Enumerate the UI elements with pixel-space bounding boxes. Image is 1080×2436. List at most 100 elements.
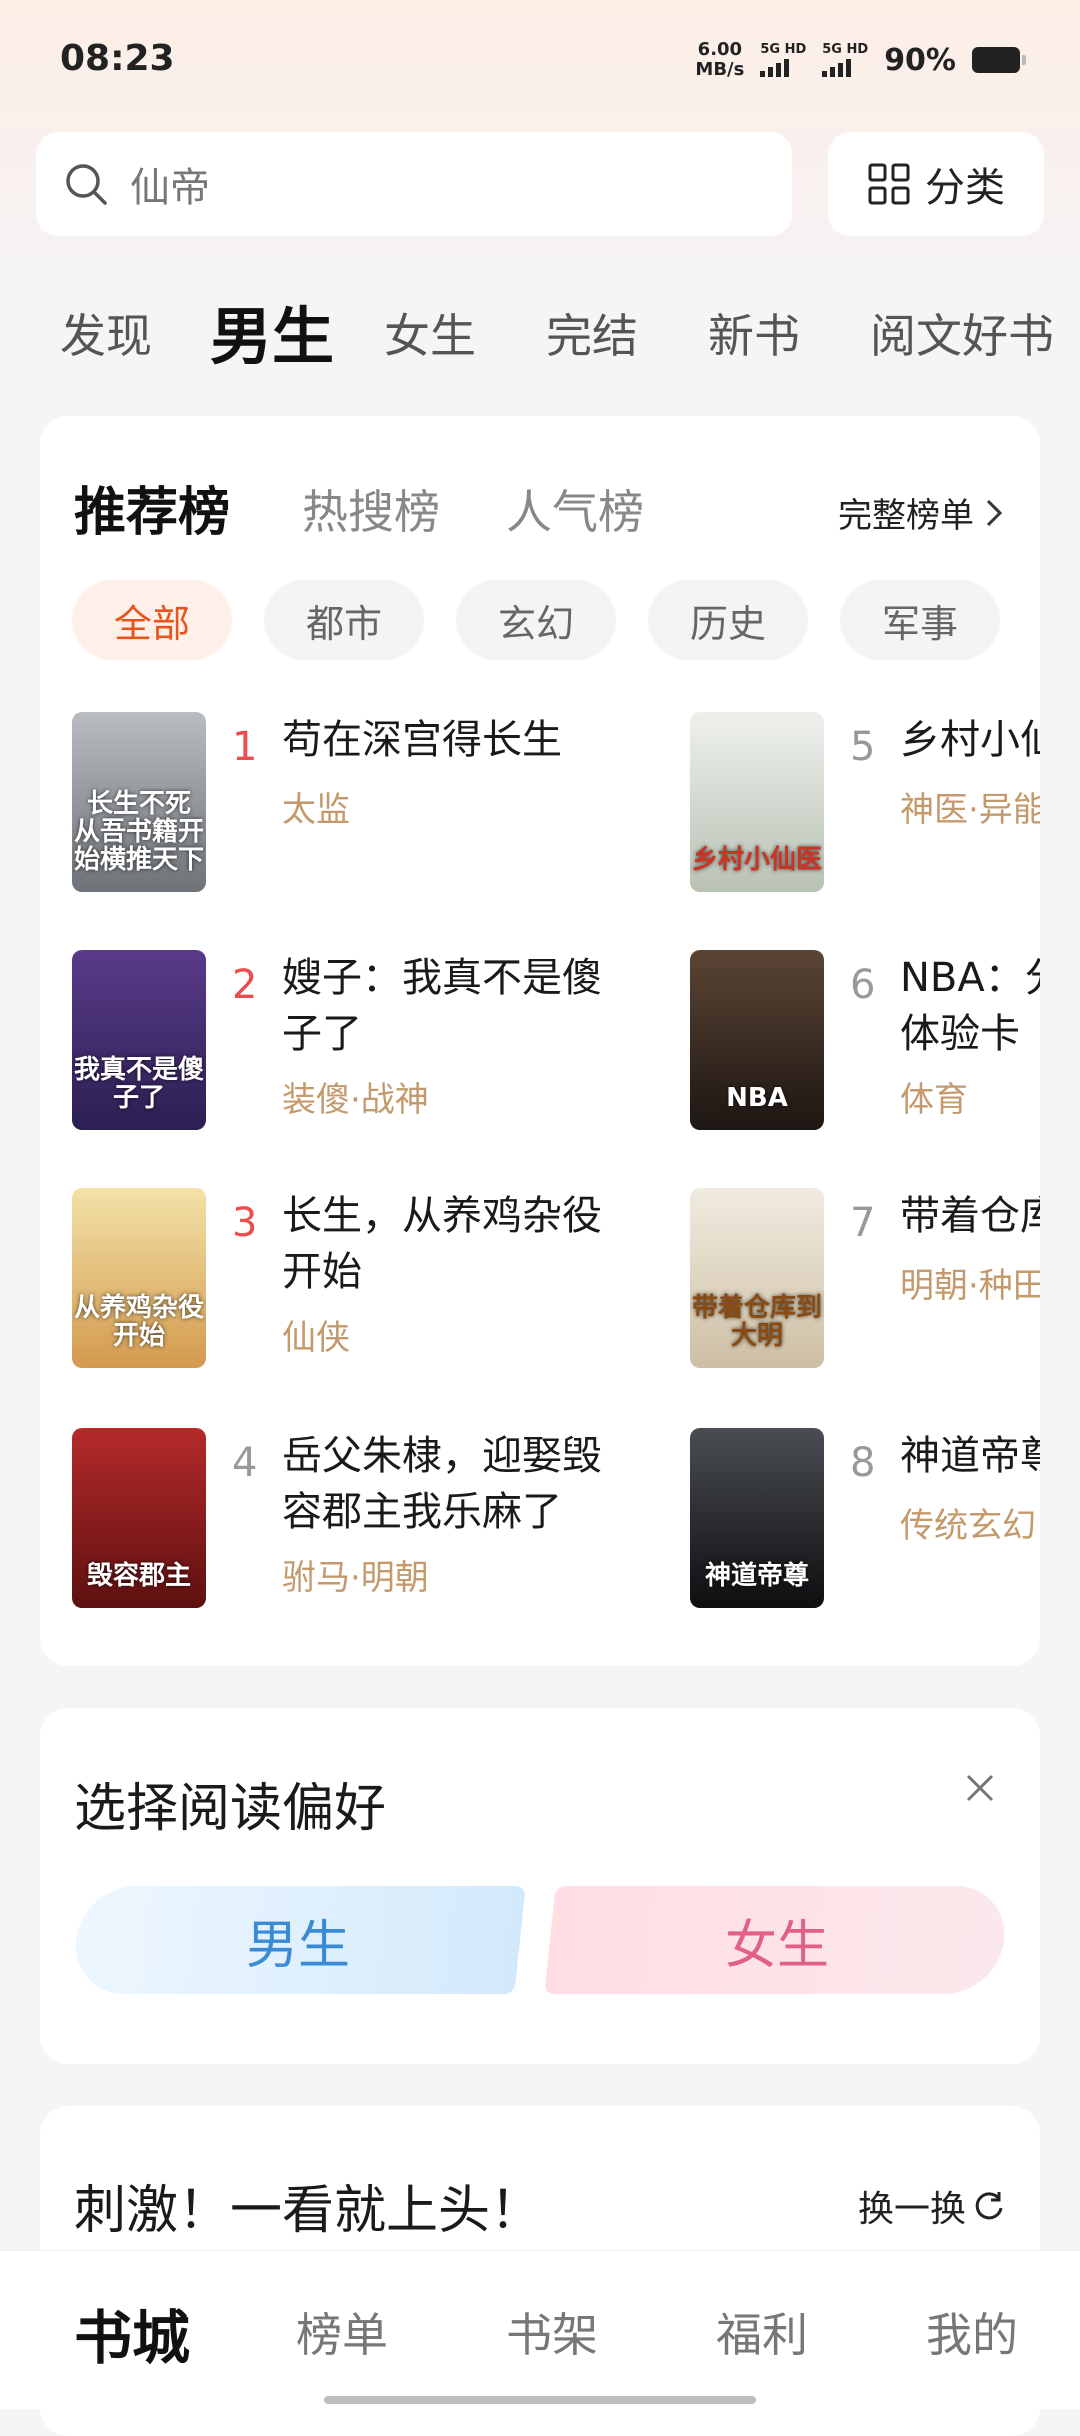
home-indicator[interactable] [324,2396,756,2404]
tab-discover[interactable]: 发现 [60,300,152,366]
book-title: 岳父朱棣，迎娶毁容郡主我乐麻了 [282,1433,602,1535]
book-title: 长生，从养鸡杂役开始 [282,1193,602,1295]
tab-female[interactable]: 女生 [384,300,476,366]
nav-bookshelf[interactable]: 书架 [506,2299,598,2365]
net-speed: 6.00 MB/s [695,40,744,80]
battery-icon [972,47,1026,73]
refresh-label: 换一换 [857,2189,966,2230]
tab-yuewen[interactable]: 阅文好书 [870,300,1054,366]
tab-completed[interactable]: 完结 [546,300,638,366]
book-item[interactable]: 从养鸡杂役开始 3 长生，从养鸡杂役开始 仙侠 [72,1188,632,1378]
refresh-button[interactable]: 换一换 [858,2180,1006,2232]
book-tags: 太监 [282,790,350,830]
prefer-male-label: 男生 [245,1915,350,1976]
close-icon[interactable] [960,1768,1000,1808]
tab-popularity-rank[interactable]: 人气榜 [506,476,644,542]
refresh-icon [975,2192,1003,2220]
prefer-female-label: 女生 [724,1915,829,1976]
search-input[interactable]: 仙帝 [36,132,792,236]
category-button[interactable]: 分类 [828,132,1044,236]
book-cover: 我真不是傻子了 [72,950,206,1130]
sim2-label: 5G HD [822,42,869,57]
book-cover: NBA [690,950,824,1130]
signal-sim1: 5G HD [760,43,806,77]
book-item[interactable]: 我真不是傻子了 2 嫂子：我真不是傻子了 装傻·战神 [72,950,632,1140]
bottom-navigation: 书城 榜单 书架 福利 我的 [0,2250,1080,2409]
cover-text: 神道帝尊 [704,1561,809,1591]
tab-male[interactable]: 男生 [210,286,334,376]
rank-number: 2 [232,962,258,1008]
chip-urban[interactable]: 都市 [264,580,424,660]
book-tags: 传统玄幻 [900,1506,1036,1546]
status-time: 08:23 [60,38,175,79]
channel-tabs: 发现 男生 女生 完结 新书 阅文好书 [0,280,1080,380]
search-icon [66,164,107,205]
book-title: 带着仓库到大明 [900,1193,1040,1239]
chip-military[interactable]: 军事 [840,580,1000,660]
rank-number: 5 [850,724,876,770]
book-item[interactable]: 毁容郡主 4 岳父朱棣，迎娶毁容郡主我乐麻了 驸马·明朝 [72,1428,632,1618]
nav-welfare[interactable]: 福利 [716,2299,808,2365]
book-tags: 仙侠 [282,1318,350,1358]
chevron-right-icon [986,499,1003,526]
nav-bookstore[interactable]: 书城 [74,2291,190,2375]
chip-all[interactable]: 全部 [72,580,232,660]
book-tags: 体育 [900,1080,968,1120]
book-title: NBA：分体验卡 [900,955,1040,1057]
ranking-card: 推荐榜 热搜榜 人气榜 完整榜单 全部 都市 玄幻 历史 军事 长生不死 从吾书… [40,416,1040,1666]
status-bar: 08:23 6.00 MB/s 5G HD 5G HD 90% [0,0,1080,120]
cover-text: 乡村小仙医 [691,845,822,875]
cover-text: 我真不是傻子了 [73,1055,204,1113]
grid-icon [868,163,910,205]
status-right: 6.00 MB/s 5G HD 5G HD 90% [695,40,1026,80]
book-title: 神道帝尊 [900,1433,1040,1479]
rank-number: 3 [232,1200,258,1246]
signal-icon [822,59,852,77]
cover-text: 长生不死 从吾书籍开始横推天下 [73,789,204,875]
net-speed-value: 6.00 [697,39,743,60]
book-item[interactable]: 带着仓库到大明 7 带着仓库到大明 明朝·种田 [690,1188,1040,1378]
rank-number: 7 [850,1200,876,1246]
book-item[interactable]: 长生不死 从吾书籍开始横推天下 1 苟在深宫得长生 太监 [72,712,632,902]
book-title: 苟在深宫得长生 [282,717,562,763]
cover-text: 带着仓库到大明 [691,1293,822,1351]
book-cover: 从养鸡杂役开始 [72,1188,206,1368]
rank-number: 8 [850,1440,876,1486]
book-cover: 带着仓库到大明 [690,1188,824,1368]
tab-recommend-rank[interactable]: 推荐榜 [74,470,230,545]
book-tags: 驸马·明朝 [282,1558,429,1598]
cover-text: 从养鸡杂役开始 [73,1293,204,1351]
nav-profile[interactable]: 我的 [926,2299,1018,2365]
full-list-link[interactable]: 完整榜单 [838,488,1004,537]
genre-chips: 全部 都市 玄幻 历史 军事 [72,580,1000,660]
book-tags: 明朝·种田 [900,1266,1040,1306]
nav-rankings[interactable]: 榜单 [296,2299,388,2365]
full-list-label: 完整榜单 [838,496,974,536]
book-cover: 毁容郡主 [72,1428,206,1608]
book-item[interactable]: 乡村小仙医 5 乡村小仙医 神医·异能 [690,712,1040,902]
rank-number: 1 [232,724,258,770]
chip-history[interactable]: 历史 [648,580,808,660]
book-title: 乡村小仙医 [900,717,1040,763]
chip-fantasy[interactable]: 玄幻 [456,580,616,660]
tab-hot-search-rank[interactable]: 热搜榜 [302,476,440,542]
sim1-label: 5G HD [760,42,807,57]
book-item[interactable]: NBA 6 NBA：分体验卡 体育 [690,950,1040,1140]
battery-percent: 90% [884,42,956,78]
prefer-male-button[interactable]: 男生 [70,1886,526,1994]
book-tags: 装傻·战神 [282,1080,429,1120]
book-cover: 神道帝尊 [690,1428,824,1608]
signal-sim2: 5G HD [822,43,868,77]
book-title: 嫂子：我真不是傻子了 [282,955,602,1057]
prefer-female-button[interactable]: 女生 [544,1886,1010,1994]
tab-new-books[interactable]: 新书 [708,300,800,366]
book-cover: 长生不死 从吾书籍开始横推天下 [72,712,206,892]
cover-text: NBA [726,1083,788,1113]
book-cover: 乡村小仙医 [690,712,824,892]
category-label: 分类 [925,165,1005,211]
book-tags: 神医·异能 [900,790,1040,830]
reading-preference-card: 选择阅读偏好 男生 女生 [40,1708,1040,2064]
signal-icon [760,59,790,77]
book-item[interactable]: 神道帝尊 8 神道帝尊 传统玄幻 [690,1428,1040,1618]
rank-number: 4 [232,1440,258,1486]
